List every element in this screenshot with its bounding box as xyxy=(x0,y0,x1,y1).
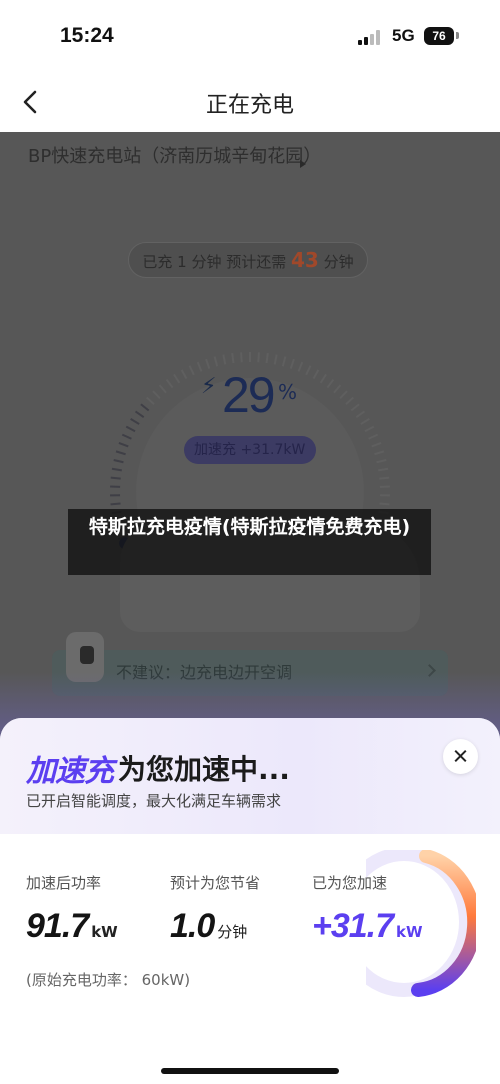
status-bar: 15:24 5G 76 xyxy=(0,0,500,72)
gauge-tick xyxy=(134,410,145,418)
gauge-tick xyxy=(355,410,366,418)
gauge-tick xyxy=(196,361,203,372)
gauge-tick xyxy=(312,369,320,380)
gauge-tick xyxy=(110,502,121,506)
gauge-tick xyxy=(379,476,390,480)
stat-time-saved: 预计为您节省 1.0 分钟 xyxy=(170,872,260,946)
battery-icon: 76 xyxy=(424,27,454,45)
gauge-tick xyxy=(374,450,385,456)
gauge-tick xyxy=(113,459,124,464)
gauge-tick xyxy=(213,356,219,367)
gauge-tick xyxy=(111,467,122,472)
original-power: (原始充电功率： 60kW) xyxy=(26,971,191,989)
gauge-tick xyxy=(205,358,211,369)
stat-value: 91.7 kW xyxy=(26,907,118,945)
gauge-tick xyxy=(152,390,161,399)
gauge-tick xyxy=(240,352,243,363)
gauge-tick xyxy=(165,378,174,389)
gauge-tick xyxy=(273,354,278,365)
accelerate-sheet: 加速充 为您加速中... 已开启智能调度，最大化满足车辆需求 加速后功率 91.… xyxy=(0,718,500,1084)
gauge-tick xyxy=(281,356,287,367)
close-icon[interactable] xyxy=(443,739,478,774)
chevron-right-icon xyxy=(300,160,306,168)
gauge-tick xyxy=(376,459,387,464)
gauge-tick xyxy=(115,450,126,456)
battery-tip xyxy=(456,32,459,39)
gauge-tick xyxy=(364,425,375,433)
percent-sign: % xyxy=(278,380,298,404)
gauge-tick xyxy=(371,441,382,448)
gauge-tick xyxy=(378,467,389,472)
lightning-bolt-icon: ⚡ xyxy=(201,374,217,399)
gauge-tick xyxy=(257,352,260,363)
gauge-tick xyxy=(305,365,312,376)
gauge-tick xyxy=(297,361,304,372)
gauge-tick xyxy=(333,384,342,394)
stat-value: 1.0 分钟 xyxy=(170,907,248,945)
gauge-tick xyxy=(130,417,140,425)
gauge-tick xyxy=(231,353,235,364)
boost-ring-icon xyxy=(366,850,476,997)
sheet-subtitle: 已开启智能调度，最大化满足车辆需求 xyxy=(26,792,282,810)
stat-boosted-power: 加速后功率 91.7 kW xyxy=(26,872,118,946)
sheet-brand: 加速充 xyxy=(26,754,114,789)
home-indicator xyxy=(161,1068,339,1074)
gauge-tick xyxy=(360,417,370,425)
charge-percent: 29 xyxy=(222,367,276,423)
gauge-tick xyxy=(110,476,121,480)
gauge-tick xyxy=(350,403,360,412)
gauge-tick xyxy=(173,373,181,384)
cellular-signal-icon xyxy=(358,30,384,45)
watermark-caption: 特斯拉充电疫情(特斯拉疫情免费充电) xyxy=(68,509,431,575)
gauge-tick xyxy=(188,365,195,376)
gauge-tick xyxy=(339,390,348,399)
page-title: 正在充电 xyxy=(205,93,294,118)
stat-label: 预计为您节省 xyxy=(170,874,261,892)
gauge-tick xyxy=(379,502,390,506)
gauge-tick xyxy=(319,373,327,384)
station-name[interactable]: BP快速充电站（济南历城辛甸花园） xyxy=(28,144,321,169)
stat-label: 加速后功率 xyxy=(26,874,102,892)
gauge-tick xyxy=(265,353,269,364)
gauge-tick xyxy=(118,441,129,448)
remaining-minutes: 43 xyxy=(291,248,319,272)
gauge-tick xyxy=(368,433,379,440)
sheet-title: 为您加速中... xyxy=(118,753,290,786)
gauge-tick xyxy=(158,384,167,394)
gauge-tick xyxy=(180,369,188,380)
gauge-tick xyxy=(345,396,354,405)
charge-time-pill: 已充 1 分钟 预计还需 43 分钟 xyxy=(128,242,368,278)
gauge-tick xyxy=(140,403,150,412)
gauge-tick xyxy=(289,358,295,369)
status-time: 15:24 xyxy=(60,24,114,47)
gauge-tick xyxy=(146,396,155,405)
gauge-tick xyxy=(222,354,227,365)
gauge-tick xyxy=(121,433,132,440)
gauge-tick xyxy=(125,425,136,433)
sheet-header: 加速充 为您加速中... 已开启智能调度，最大化满足车辆需求 xyxy=(0,718,500,834)
nav-bar: 正在充电 xyxy=(0,72,500,132)
gauge-tick xyxy=(326,378,335,389)
accelerate-charge-pill[interactable]: 加速充 +31.7kW xyxy=(184,436,316,464)
network-type: 5G xyxy=(392,26,415,45)
